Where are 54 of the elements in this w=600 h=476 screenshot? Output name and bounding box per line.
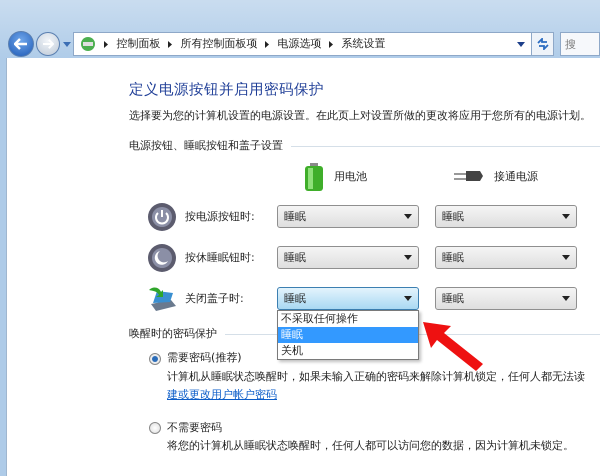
option-description: 将您的计算机从睡眠状态唤醒时，任何人都可以访问您的数据，因为计算机未锁定。 bbox=[167, 438, 575, 454]
description-text: 选择要为您的计算机设置的电源设置。在此页上对设置所做的更改将应用于您所有的电源计划。 bbox=[129, 108, 592, 124]
dropdown[interactable]: 睡眠 bbox=[277, 246, 419, 270]
chevron-icon bbox=[168, 40, 172, 48]
option-description: 计算机从睡眠状态唤醒时，如果未输入正确的密码来解除计算机锁定，任何人都无法读 bbox=[167, 368, 586, 385]
dropdown[interactable]: 睡眠 bbox=[435, 246, 577, 270]
history-caret-icon[interactable] bbox=[62, 42, 71, 46]
dropdown[interactable]: 睡眠 bbox=[277, 205, 419, 228]
radio-button[interactable] bbox=[149, 352, 161, 364]
caret-icon bbox=[562, 214, 570, 220]
dropdown-caret-icon[interactable] bbox=[517, 42, 526, 46]
column-header: 接通电源 bbox=[494, 168, 538, 184]
caret-icon bbox=[404, 296, 412, 302]
radio-button[interactable] bbox=[149, 422, 161, 434]
chevron-icon bbox=[265, 40, 270, 48]
caret-icon bbox=[404, 214, 412, 220]
setting-label: 按休睡眠钮时: bbox=[185, 250, 256, 266]
caret-icon bbox=[562, 255, 570, 260]
sleep-icon bbox=[147, 242, 177, 273]
search-field[interactable]: 搜 bbox=[560, 32, 600, 56]
control-panel-icon bbox=[80, 36, 96, 52]
section-title: 唤醒时的密码保护 bbox=[129, 326, 217, 342]
address-bar[interactable]: 控制面板 所有控制面板项 电源选项 系统设置 bbox=[73, 32, 532, 56]
setting-label: 关闭盖子时: bbox=[185, 290, 245, 306]
dropdown[interactable]: 睡眠 bbox=[277, 287, 419, 310]
refresh-button[interactable] bbox=[532, 32, 554, 56]
radio-label[interactable]: 需要密码(推荐) bbox=[167, 350, 242, 367]
forward-arrow-icon bbox=[42, 38, 54, 49]
section-title: 电源按钮、睡眠按钮和盖子设置 bbox=[129, 138, 283, 154]
power-icon bbox=[147, 202, 177, 232]
battery-icon bbox=[304, 162, 324, 191]
dropdown-option[interactable]: 关机 bbox=[278, 343, 418, 360]
page-title: 定义电源按钮并启用密码保护 bbox=[129, 80, 325, 100]
caret-icon bbox=[404, 255, 412, 260]
breadcrumb-item[interactable]: 电源选项 bbox=[277, 36, 322, 52]
refresh-icon bbox=[536, 38, 550, 50]
setting-label: 按电源按钮时: bbox=[185, 208, 256, 224]
dropdown[interactable]: 睡眠 bbox=[435, 287, 577, 310]
column-header: 用电池 bbox=[334, 168, 367, 184]
radio-label[interactable]: 不需要密码 bbox=[167, 420, 222, 436]
arrow bbox=[421, 320, 485, 372]
account-password-link[interactable]: 建或更改用户帐户密码 bbox=[167, 387, 277, 404]
back-arrow-icon bbox=[14, 38, 28, 50]
lid-icon bbox=[147, 286, 177, 312]
chevron-icon bbox=[329, 40, 334, 48]
chevron-icon bbox=[104, 40, 108, 48]
caret-icon bbox=[562, 296, 570, 302]
dropdown-option[interactable]: 不采取任何操作 bbox=[278, 311, 418, 328]
breadcrumb-item[interactable]: 控制面板 bbox=[116, 36, 160, 52]
breadcrumb-item[interactable]: 所有控制面板项 bbox=[180, 36, 258, 52]
dropdown[interactable]: 睡眠 bbox=[435, 205, 577, 228]
breadcrumb-item[interactable]: 系统设置 bbox=[341, 36, 386, 52]
forward-button[interactable] bbox=[36, 32, 60, 56]
back-button[interactable] bbox=[8, 31, 34, 57]
